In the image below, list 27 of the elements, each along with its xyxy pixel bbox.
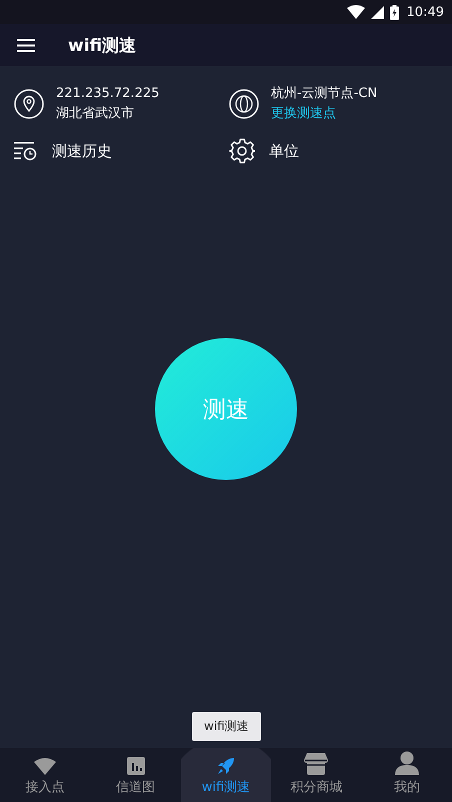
nav-tab[interactable]: 信道图 xyxy=(90,748,181,802)
battery-icon xyxy=(390,4,399,20)
action-label[interactable]: 测速历史 xyxy=(52,142,112,160)
user-icon xyxy=(394,751,419,775)
tooltip: wifi测速 xyxy=(192,712,261,741)
wifi-signal-icon xyxy=(346,5,365,19)
rocket-icon xyxy=(217,757,236,775)
app-title: wifi测速 xyxy=(68,34,136,56)
nav-tab[interactable]: 我的 xyxy=(362,748,452,802)
settings-icon[interactable] xyxy=(229,138,255,164)
menu-icon[interactable] xyxy=(17,38,35,52)
ip-address: 221.235.72.225 xyxy=(56,85,160,103)
status-time: 10:49 xyxy=(406,4,444,20)
history-list-icon[interactable] xyxy=(14,141,38,161)
location-pin-icon xyxy=(14,89,44,119)
location-text: 湖北省武汉市 xyxy=(56,105,135,123)
wifi-icon xyxy=(34,757,56,775)
server-name: 杭州-云测节点-CN xyxy=(271,85,378,103)
change-server-link[interactable]: 更换测速点 xyxy=(271,104,378,124)
nav-tab[interactable]: wifi测速 xyxy=(180,748,272,802)
nav-tab[interactable]: 接入点 xyxy=(0,748,90,802)
store-icon xyxy=(304,753,328,775)
action-label[interactable]: 单位 xyxy=(269,142,299,160)
globe-icon xyxy=(229,89,259,119)
nav-tab[interactable]: 积分商城 xyxy=(271,748,362,802)
bar-chart-icon xyxy=(126,757,145,775)
cell-signal-icon xyxy=(370,6,384,18)
